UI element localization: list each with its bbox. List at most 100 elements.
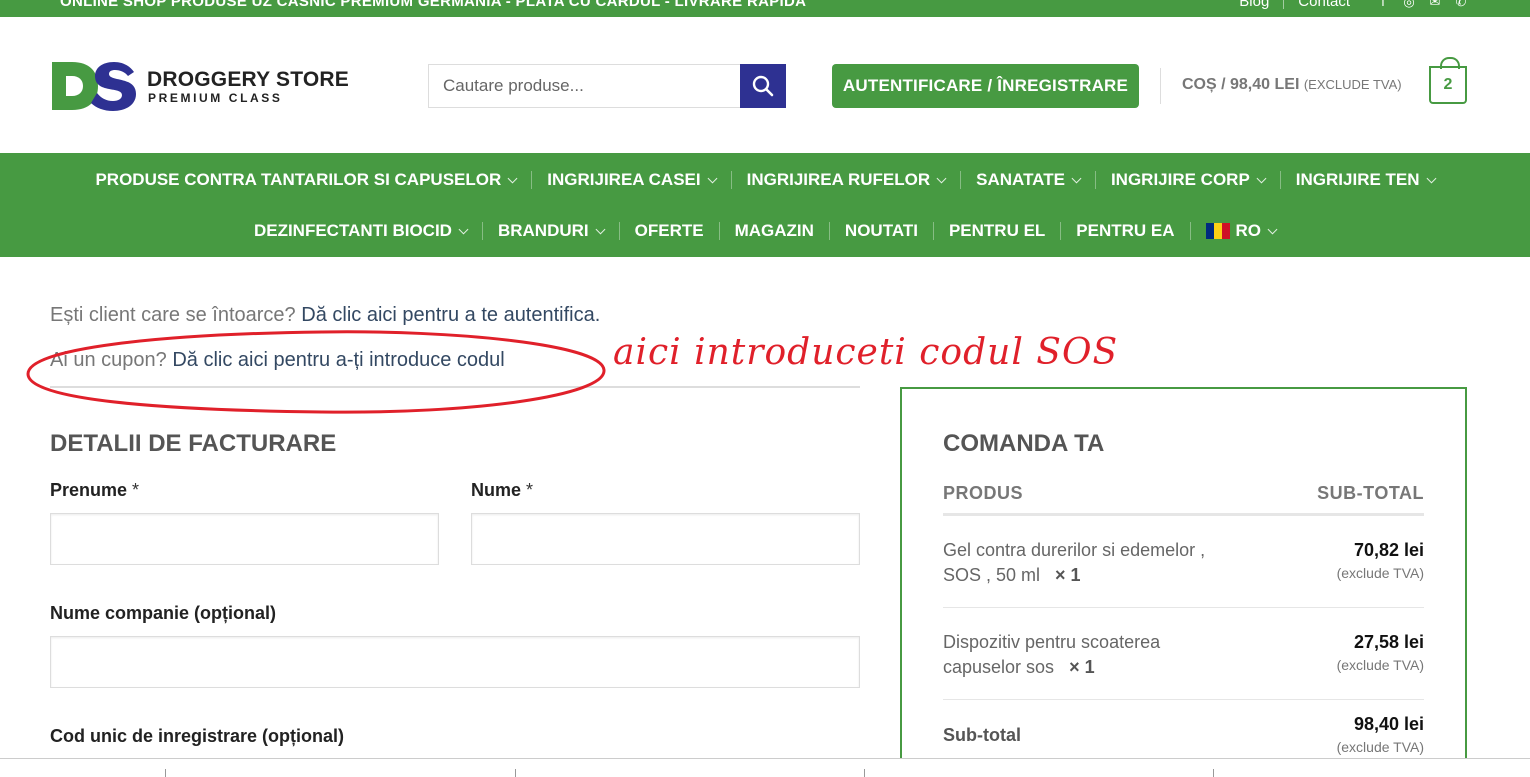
nav-item-ingrijire-ten[interactable]: INGRIJIRE TEN	[1281, 170, 1450, 190]
required-mark: *	[526, 480, 534, 500]
search-button[interactable]	[740, 64, 786, 108]
search-icon	[752, 75, 774, 97]
language-switcher[interactable]: RO	[1191, 221, 1292, 241]
ds-logo-icon	[52, 62, 136, 111]
order-item-amount: 27,58 lei	[1353, 632, 1424, 652]
nav-item-branduri[interactable]: BRANDURI	[483, 221, 619, 241]
language-label: RO	[1235, 221, 1262, 240]
nav-item-label: INGRIJIREA CASEI	[547, 170, 701, 189]
nav-item-pentru-el[interactable]: PENTRU EL	[934, 221, 1060, 241]
returning-text: Ești client care se întoarce?	[50, 304, 296, 326]
nav-item-label: OFERTE	[634, 221, 704, 240]
order-item-qty: × 1	[1055, 565, 1081, 585]
subtotal-price: 98,40 lei (exclude TVA)	[1337, 714, 1424, 755]
divider	[864, 769, 865, 777]
nav-item-label: MAGAZIN	[734, 221, 814, 240]
cart-bag-icon[interactable]: 2	[1429, 57, 1467, 104]
col-subtotal: SUB-TOTAL	[1317, 483, 1424, 503]
chevron-down-icon	[595, 224, 606, 234]
chevron-down-icon	[936, 173, 947, 183]
promo-text: ONLINE SHOP PRODUSE UZ CASNIC PREMIUM GE…	[60, 0, 807, 10]
order-item-price: 27,58 lei (exclude TVA)	[1337, 632, 1424, 673]
cart-link[interactable]: COȘ / 98,40 LEI (EXCLUDE TVA)	[1182, 76, 1402, 94]
chevron-down-icon	[1267, 224, 1278, 234]
nav-item-oferte[interactable]: OFERTE	[620, 221, 719, 241]
subtotal-label: Sub-total	[943, 725, 1021, 745]
order-item-tax-note: (exclude TVA)	[1336, 657, 1424, 673]
order-item-name: Gel contra durerilor si edemelor , SOS ,…	[943, 538, 1243, 588]
chevron-down-icon	[1071, 173, 1082, 183]
company-field[interactable]	[50, 636, 860, 688]
order-item-title: Dispozitiv pentru scoaterea capuselor so…	[943, 632, 1161, 677]
login-register-button[interactable]: AUTENTIFICARE / ÎNREGISTRARE	[832, 64, 1139, 108]
nav-item-ingrijire-corp[interactable]: INGRIJIRE CORP	[1096, 170, 1280, 190]
phone-icon[interactable]: ✆	[1454, 0, 1468, 9]
nav-item-noutati[interactable]: NOUTATI	[830, 221, 933, 241]
nav-item-label: INGRIJIREA RUFELOR	[746, 170, 931, 189]
divider	[1160, 68, 1161, 104]
nav-item-ingrijirea-rufelor[interactable]: INGRIJIREA RUFELOR	[732, 170, 961, 190]
col-product: PRODUS	[943, 483, 1024, 503]
order-item-qty: × 1	[1069, 657, 1095, 677]
logo-tagline: PREMIUM CLASS	[148, 91, 283, 105]
romania-flag-icon	[1205, 223, 1230, 239]
instagram-icon[interactable]: ◎	[1402, 0, 1416, 9]
chevron-down-icon	[1256, 173, 1267, 183]
login-link[interactable]: Dă clic aici pentru a te autentifica.	[301, 304, 600, 326]
top-bar: ONLINE SHOP PRODUSE UZ CASNIC PREMIUM GE…	[0, 0, 1530, 17]
search-input[interactable]	[428, 64, 740, 108]
blog-link[interactable]: Blog	[1225, 0, 1283, 10]
billing-title: DETALII DE FACTURARE	[50, 430, 337, 457]
divider	[1213, 769, 1214, 777]
order-table-header: PRODUS SUB-TOTAL	[943, 483, 1424, 504]
top-links: Blog Contact f ◎ ✉ ✆	[1225, 0, 1468, 10]
divider	[943, 513, 1424, 516]
main-nav: PRODUSE CONTRA TANTARILOR SI CAPUSELOR IN…	[0, 153, 1530, 257]
nav-item-label: BRANDURI	[497, 221, 589, 240]
nav-item-label: PRODUSE CONTRA TANTARILOR SI CAPUSELOR	[95, 170, 502, 189]
facebook-icon[interactable]: f	[1376, 0, 1390, 9]
divider	[515, 769, 516, 777]
email-icon[interactable]: ✉	[1428, 0, 1442, 9]
search-bar	[428, 64, 786, 108]
order-item-amount: 70,82 lei	[1353, 540, 1424, 560]
chevron-down-icon	[507, 173, 518, 183]
subtotal-tax-note: (exclude TVA)	[1336, 739, 1424, 755]
cart-tax-note: (EXCLUDE TVA)	[1303, 77, 1402, 92]
nav-item-label: INGRIJIRE CORP	[1110, 170, 1250, 189]
nav-item-dezinfectanti-biocid[interactable]: DEZINFECTANTI BIOCID	[239, 221, 482, 241]
first-name-label-text: Prenume	[50, 480, 128, 500]
order-item-tax-note: (exclude TVA)	[1336, 565, 1424, 581]
returning-customer-notice: Ești client care se întoarce? Dă clic ai…	[50, 304, 600, 327]
nav-row-2: DEZINFECTANTI BIOCID BRANDURI OFERTE MAGAZI…	[0, 218, 1530, 244]
last-name-label: Nume *	[471, 480, 533, 501]
order-title: COMANDA TA	[943, 430, 1105, 457]
nav-item-label: NOUTATI	[844, 221, 918, 240]
nav-item-label: PENTRU EL	[948, 221, 1046, 240]
nav-item-label: SANATATE	[976, 170, 1065, 189]
nav-item-ingrijirea-casei[interactable]: INGRIJIREA CASEI	[532, 170, 730, 190]
annotation-ellipse	[26, 330, 606, 414]
site-logo[interactable]: DROGGERY STORE PREMIUM CLASS	[50, 58, 370, 114]
nav-item-label: INGRIJIRE TEN	[1295, 170, 1420, 189]
nav-item-magazin[interactable]: MAGAZIN	[720, 221, 829, 241]
first-name-field[interactable]	[50, 513, 439, 565]
nav-item-label: DEZINFECTANTI BIOCID	[253, 221, 452, 240]
nav-item-pentru-ea[interactable]: PENTRU EA	[1061, 221, 1189, 241]
divider	[943, 699, 1424, 700]
nav-item-produse-contra-tantarilor-si-capuselor[interactable]: PRODUSE CONTRA TANTARILOR SI CAPUSELOR	[80, 170, 531, 190]
last-name-field[interactable]	[471, 513, 860, 565]
contact-link[interactable]: Contact	[1284, 0, 1364, 10]
nav-row-1: PRODUSE CONTRA TANTARILOR SI CAPUSELOR IN…	[0, 167, 1530, 193]
chevron-down-icon	[1426, 173, 1436, 183]
nav-item-label: PENTRU EA	[1076, 221, 1175, 240]
cui-label: Cod unic de inregistrare (opțional)	[50, 726, 345, 746]
logo-text: DROGGERY STORE	[147, 68, 349, 91]
chevron-down-icon	[707, 173, 718, 183]
order-item-name: Dispozitiv pentru scoaterea capuselor so…	[943, 630, 1243, 680]
required-mark: *	[132, 480, 140, 500]
annotation-text: aici introduceti codul SOS	[613, 332, 1119, 373]
cart-count: 2	[1443, 76, 1453, 93]
company-label: Nume companie (opțional)	[50, 603, 277, 623]
nav-item-sanatate[interactable]: SANATATE	[961, 170, 1095, 190]
